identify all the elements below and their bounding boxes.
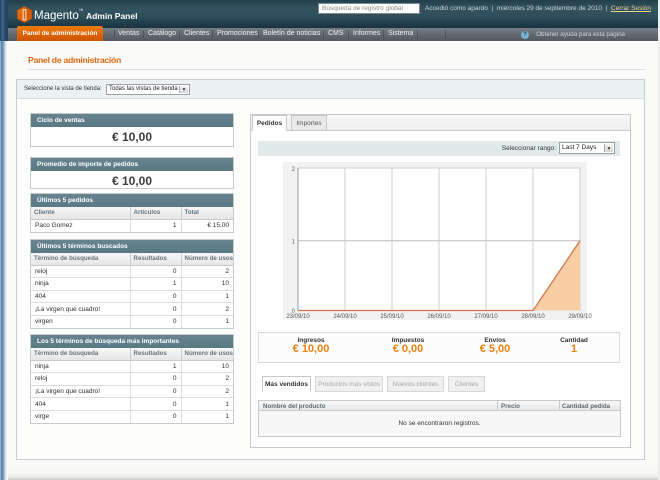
svg-text:25/09/10: 25/09/10	[380, 314, 404, 320]
svg-text:23/09/10: 23/09/10	[286, 314, 310, 320]
svg-text:29/09/10: 29/09/10	[568, 314, 592, 320]
svg-text:27/09/10: 27/09/10	[474, 314, 498, 320]
svg-text:2: 2	[292, 167, 296, 173]
svg-text:28/09/10: 28/09/10	[521, 314, 545, 320]
svg-text:1: 1	[292, 240, 296, 246]
svg-text:24/09/10: 24/09/10	[333, 314, 357, 320]
svg-text:26/09/10: 26/09/10	[427, 314, 451, 320]
